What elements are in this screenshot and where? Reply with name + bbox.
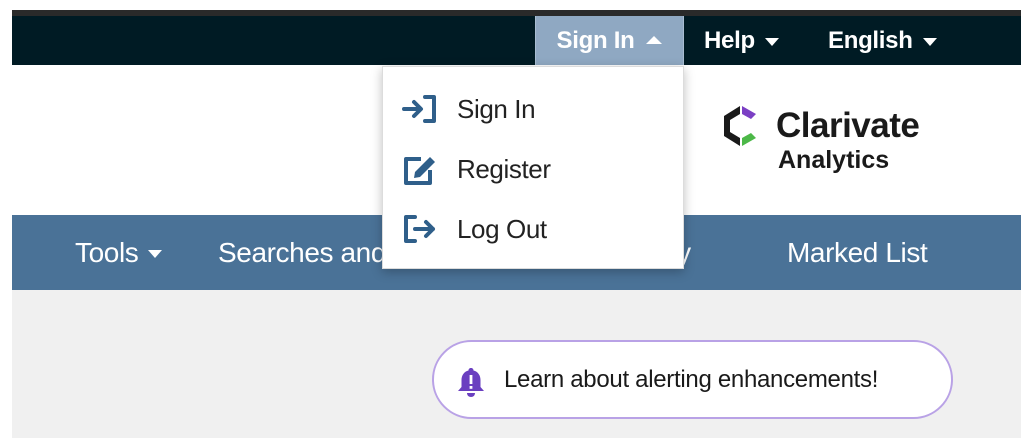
edit-icon: [404, 157, 435, 185]
logo-name: Clarivate: [776, 106, 920, 145]
language-menu-button[interactable]: English: [828, 16, 937, 65]
searches-and-alerts-link[interactable]: Searches and: [218, 215, 386, 290]
alert-text: Learn about alerting enhancements!: [504, 365, 879, 393]
menu-item-sign-in[interactable]: Sign In: [383, 81, 683, 137]
menu-item-label: Sign In: [457, 93, 536, 124]
menu-item-label: Register: [457, 153, 551, 184]
tools-label: Tools: [75, 236, 139, 268]
logo-subtitle: Analytics: [778, 146, 890, 174]
help-menu-label: Help: [704, 26, 755, 54]
help-menu-button[interactable]: Help: [704, 16, 779, 65]
caret-up-icon: [646, 35, 663, 44]
marked-list-label: Marked List: [787, 236, 928, 268]
sign-in-dropdown-menu: Sign In Register Log Out: [382, 66, 684, 269]
menu-item-log-out[interactable]: Log Out: [383, 201, 683, 257]
language-menu-label: English: [828, 26, 913, 54]
caret-down-icon: [148, 249, 163, 258]
tools-menu-button[interactable]: Tools: [75, 215, 163, 290]
sign-in-menu-label: Sign In: [556, 26, 635, 54]
bell-icon: [458, 368, 484, 397]
menu-item-label: Log Out: [457, 213, 547, 244]
searches-label: Searches and: [218, 236, 386, 268]
caret-down-icon: [922, 37, 937, 46]
marked-list-link[interactable]: Marked List: [787, 215, 928, 290]
sign-in-menu-button[interactable]: Sign In: [535, 16, 684, 65]
sign-in-icon: [402, 95, 436, 123]
menu-item-register[interactable]: Register: [383, 141, 683, 197]
clarivate-logo[interactable]: Clarivate Analytics: [718, 100, 948, 180]
alert-enhancements-button[interactable]: Learn about alerting enhancements!: [432, 340, 953, 419]
clarivate-logo-icon: [724, 106, 756, 146]
frame-top: [0, 0, 1021, 10]
caret-down-icon: [764, 37, 779, 46]
sign-out-icon: [404, 215, 435, 243]
